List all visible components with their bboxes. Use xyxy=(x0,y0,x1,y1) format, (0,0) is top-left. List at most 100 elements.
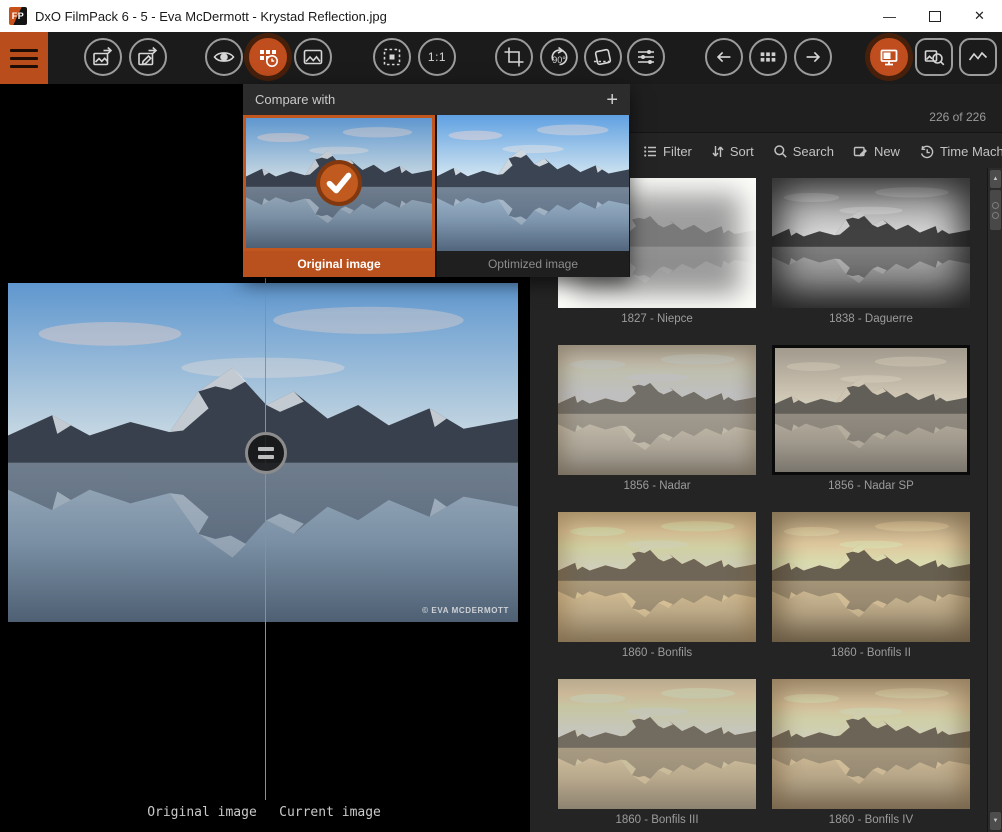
preset-thumbnail-image xyxy=(558,512,756,642)
compare-panel-title: Compare with xyxy=(255,92,335,107)
thumbnail-grid-button[interactable] xyxy=(749,38,787,76)
preset-label: 1856 - Nadar SP xyxy=(772,480,970,492)
compare-split-handle[interactable] xyxy=(245,432,287,474)
minimize-button[interactable]: — xyxy=(867,0,912,32)
preset-label: 1827 - Niepce xyxy=(558,313,756,325)
preset-thumbnail-image xyxy=(772,512,970,642)
filmpack-window: FP DxO FilmPack 6 - 5 - Eva McDermott - … xyxy=(0,0,1002,832)
selected-check-icon xyxy=(316,160,362,206)
add-comparison-button[interactable]: + xyxy=(606,90,618,110)
preset-thumbnail-image xyxy=(558,679,756,809)
sort-button[interactable]: Sort xyxy=(711,144,754,159)
main-toolbar: 1:1 90° xyxy=(0,32,1002,84)
preset-label: 1860 - Bonfils III xyxy=(558,814,756,826)
fit-screen-icon xyxy=(380,45,404,69)
preset-label: 1856 - Nadar xyxy=(558,480,756,492)
histogram-button[interactable] xyxy=(959,38,997,76)
rotate-90-label: 90° xyxy=(542,55,576,65)
viewer-labels: Original image Current image xyxy=(0,805,530,825)
search-button[interactable]: Search xyxy=(773,144,834,159)
preset-tile[interactable]: 1860 - Bonfils IV xyxy=(772,679,970,826)
preset-label: 1860 - Bonfils II xyxy=(772,647,970,659)
preset-tile[interactable]: 1860 - Bonfils II xyxy=(772,512,970,659)
preset-tile[interactable]: 1860 - Bonfils xyxy=(558,512,756,659)
window-title: DxO FilmPack 6 - 5 - Eva McDermott - Kry… xyxy=(35,9,387,24)
preset-thumbnail-image xyxy=(558,345,756,475)
settings-sliders-button[interactable] xyxy=(627,38,665,76)
new-preset-icon xyxy=(853,144,869,159)
sliders-icon xyxy=(634,45,658,69)
app-logo-icon: FP xyxy=(9,7,27,25)
next-image-button[interactable] xyxy=(794,38,832,76)
export-image-icon xyxy=(91,45,115,69)
preset-tile[interactable]: 1856 - Nadar xyxy=(558,345,756,492)
maximize-icon xyxy=(929,11,941,22)
new-label: New xyxy=(874,144,900,159)
close-button[interactable]: ✕ xyxy=(957,0,1002,32)
time-machine-icon xyxy=(919,144,935,160)
preset-thumbnail-image xyxy=(772,679,970,809)
optimized-thumbnail-image xyxy=(437,115,629,251)
scrollbar-thumb[interactable] xyxy=(990,190,1001,230)
compare-split-line[interactable] xyxy=(265,278,266,800)
preview-toggle-button[interactable] xyxy=(205,38,243,76)
time-machine-button[interactable]: Time Machine xyxy=(919,144,1002,160)
previous-image-button[interactable] xyxy=(705,38,743,76)
loupe-view-button[interactable] xyxy=(915,38,953,76)
preset-count: 226 of 226 xyxy=(929,110,986,124)
left-pane-label: Original image xyxy=(146,805,258,820)
show-image-button[interactable] xyxy=(294,38,332,76)
export-edit-icon xyxy=(136,45,160,69)
sort-label: Sort xyxy=(730,144,754,159)
monitor-icon xyxy=(877,45,901,69)
eye-icon xyxy=(212,45,236,69)
title-bar[interactable]: FP DxO FilmPack 6 - 5 - Eva McDermott - … xyxy=(0,0,1002,32)
one-to-one-label: 1:1 xyxy=(428,50,446,64)
zoom-100-button[interactable]: 1:1 xyxy=(418,38,456,76)
arrow-left-icon xyxy=(713,46,735,68)
compare-with-button[interactable] xyxy=(249,38,287,76)
rotate-90-button[interactable]: 90° xyxy=(540,38,578,76)
right-pane-label: Current image xyxy=(274,805,386,820)
perspective-button[interactable] xyxy=(584,38,622,76)
preset-tile[interactable]: 1860 - Bonfils III xyxy=(558,679,756,826)
preset-thumbnail-image xyxy=(772,178,970,308)
preset-label: 1860 - Bonfils IV xyxy=(772,814,970,826)
maximize-button[interactable] xyxy=(912,0,957,32)
arrow-right-icon xyxy=(802,46,824,68)
filter-button[interactable]: Filter xyxy=(643,144,692,159)
preset-tile[interactable]: 1856 - Nadar SP xyxy=(772,345,970,492)
display-mode-button[interactable] xyxy=(870,38,908,76)
scroll-down-button[interactable]: ▼ xyxy=(990,812,1001,830)
search-icon xyxy=(773,144,788,159)
preset-tile[interactable]: 1838 - Daguerre xyxy=(772,178,970,325)
crop-icon xyxy=(502,45,526,69)
filter-label: Filter xyxy=(663,144,692,159)
export-image-button[interactable] xyxy=(84,38,122,76)
new-preset-button[interactable]: New xyxy=(853,144,900,159)
fit-screen-button[interactable] xyxy=(373,38,411,76)
image-icon xyxy=(301,45,325,69)
search-label: Search xyxy=(793,144,834,159)
preset-thumbnail-image xyxy=(775,348,967,472)
time-machine-label: Time Machine xyxy=(940,144,1002,159)
scroll-up-button[interactable]: ▲ xyxy=(990,170,1001,188)
crop-button[interactable] xyxy=(495,38,533,76)
sort-arrows-icon xyxy=(711,144,725,159)
compare-with-panel: Compare with + Original image Optimized … xyxy=(243,84,630,277)
compare-panel-header: Compare with + xyxy=(243,84,630,115)
perspective-icon xyxy=(591,45,615,69)
compare-optimized-item[interactable]: Optimized image xyxy=(437,115,629,277)
browser-scrollbar[interactable]: ▲ ▼ xyxy=(987,168,1002,832)
preset-label: 1860 - Bonfils xyxy=(558,647,756,659)
watermark: © EVA MCDERMOTT xyxy=(422,606,509,615)
compare-original-item[interactable]: Original image xyxy=(243,115,435,277)
export-to-editor-button[interactable] xyxy=(129,38,167,76)
preset-label: 1838 - Daguerre xyxy=(772,313,970,325)
optimized-image-label: Optimized image xyxy=(437,251,629,277)
filter-list-icon xyxy=(643,144,658,159)
menu-button[interactable] xyxy=(0,32,48,84)
image-magnifier-icon xyxy=(922,45,946,69)
grid-icon xyxy=(757,46,779,68)
histogram-curve-icon xyxy=(966,45,990,69)
